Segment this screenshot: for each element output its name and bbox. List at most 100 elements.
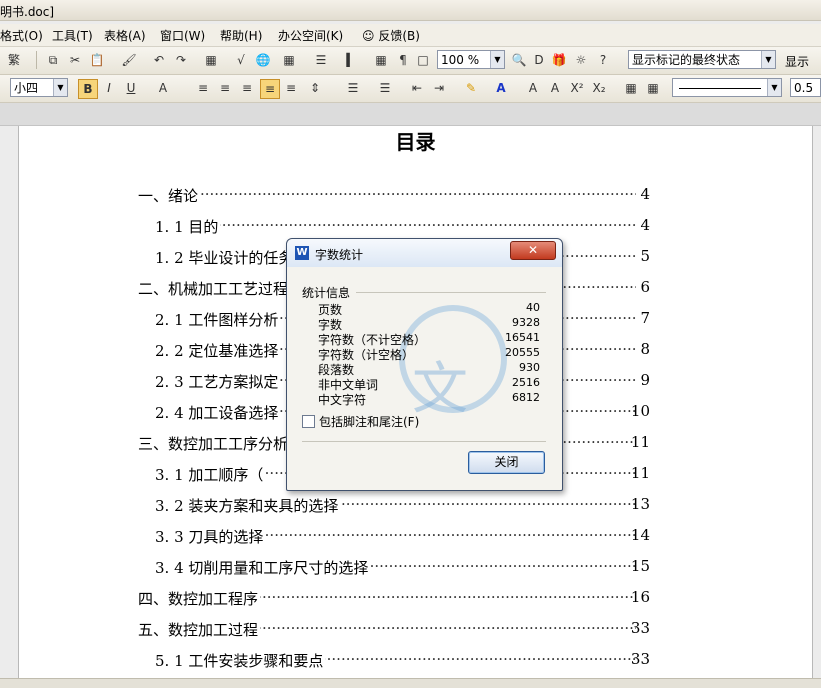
align-left-icon[interactable]: ≡ (194, 79, 212, 97)
dialog-title: 字数统计 (315, 248, 364, 262)
stat-value: 6812 (512, 391, 540, 404)
italic-button[interactable]: I (100, 79, 118, 97)
insert-table-icon[interactable]: ▦ (202, 51, 220, 69)
toc-entry-page: 11 (630, 464, 650, 482)
track-changes-select[interactable]: 显示标记的最终状态 ▼ (628, 50, 776, 69)
show-hide-icon[interactable]: ¶ (394, 51, 412, 69)
line-spacing-icon[interactable]: ⇕ (306, 79, 324, 97)
toc-entry[interactable]: ········································… (155, 557, 650, 578)
checkbox-box[interactable] (302, 415, 315, 428)
decrease-indent-icon[interactable]: ⇤ (408, 79, 426, 97)
toc-entry-label: 一、绪论 (138, 185, 201, 206)
chevron-down-icon: ▼ (490, 51, 504, 68)
table-style-icon[interactable]: ▦ (644, 79, 662, 97)
toc-entry-label: 3. 1 加工顺序（ (155, 464, 266, 485)
zoom-value: 100 % (441, 53, 480, 67)
formula-icon[interactable]: √ (232, 51, 250, 69)
toc-entry[interactable]: ········································… (138, 185, 650, 206)
toc-entry-label: 3. 4 切削用量和工序尺寸的选择 (155, 557, 371, 578)
distributed-icon[interactable]: ≡ (282, 79, 300, 97)
format-painter-icon[interactable]: 🖌 (120, 51, 138, 69)
chevron-down-icon: ▼ (53, 79, 67, 96)
help-icon[interactable]: ? (594, 51, 612, 69)
toc-entry-label: 二、机械加工工艺过程 (138, 278, 291, 299)
cut-icon[interactable]: ✂ (66, 51, 84, 69)
chevron-down-icon: ▼ (761, 51, 775, 68)
stat-row: 中文字符 6812 (318, 391, 540, 407)
toc-entry[interactable]: ········································… (138, 588, 650, 609)
font-color-icon[interactable]: A (492, 79, 510, 97)
document-map-icon[interactable]: ▦ (372, 51, 390, 69)
menu-format[interactable]: 格式(O) (0, 27, 43, 44)
menu-feedback[interactable]: ☺ 反馈(B) (362, 27, 420, 44)
page-icon[interactable]: □ (414, 51, 432, 69)
traditional-chinese-button[interactable]: 繁 (4, 51, 24, 69)
increase-indent-icon[interactable]: ⇥ (430, 79, 448, 97)
shrink-font-icon[interactable]: A (546, 79, 564, 97)
insert-note-icon[interactable]: ▦ (622, 79, 640, 97)
gift-icon[interactable]: 🎁 (550, 51, 568, 69)
menu-office-space[interactable]: 办公空间(K) (278, 27, 343, 44)
menu-window[interactable]: 窗口(W) (160, 27, 205, 44)
include-footnotes-checkbox[interactable]: 包括脚注和尾注(F) (302, 413, 419, 430)
toc-dot-leader: ········································… (138, 185, 636, 203)
stat-value: 20555 (505, 346, 540, 359)
show-menu[interactable]: 显示 (785, 53, 809, 70)
grow-font-icon[interactable]: A (524, 79, 542, 97)
window-title: 明书.doc] (0, 5, 55, 19)
chart-icon[interactable]: ▍ (342, 51, 360, 69)
highlight-icon[interactable]: ✎ (462, 79, 480, 97)
globe-icon[interactable]: 🌐 (254, 51, 272, 69)
copy-icon[interactable]: ⧉ (44, 51, 62, 69)
toc-entry-label: 3. 2 装夹方案和夹具的选择 (155, 495, 341, 516)
toc-entry[interactable]: ········································… (155, 526, 650, 547)
underline-button[interactable]: U (122, 79, 140, 97)
subscript-icon[interactable]: X₂ (590, 79, 608, 97)
font-size-select[interactable]: 小四 ▼ (10, 78, 68, 97)
bullets-icon[interactable]: ☰ (376, 79, 394, 97)
separator (36, 51, 37, 69)
justify-icon[interactable]: ≡ (260, 79, 280, 99)
toc-entry-page: 4 (640, 185, 650, 203)
menu-table[interactable]: 表格(A) (104, 27, 146, 44)
toc-entry-page: 11 (630, 433, 650, 451)
formatting-toolbar: 小四 ▼ B I U A ≡ ≡ ≡ ≡ ≡ ⇕ ☰ ☰ ⇤ ⇥ ✎ A A A … (0, 75, 821, 103)
ruler-strip (0, 103, 821, 126)
find-icon[interactable]: 🔍 (510, 51, 528, 69)
menu-help[interactable]: 帮助(H) (220, 27, 262, 44)
line-width-select[interactable]: 0.5 (790, 78, 821, 97)
numbering-icon[interactable]: ☰ (344, 79, 362, 97)
toc-entry-label: 2. 1 工件图样分析 (155, 309, 281, 330)
table-icon[interactable]: ▦ (280, 51, 298, 69)
bold-button[interactable]: B (78, 79, 98, 99)
d-icon[interactable]: D (530, 51, 548, 69)
dialog-close-button[interactable]: ✕ (510, 241, 556, 260)
toc-entry-page: 9 (640, 371, 650, 389)
dialog-title-bar[interactable]: W 字数统计 ✕ (287, 239, 562, 267)
paste-icon[interactable]: 📋 (88, 51, 106, 69)
stat-value: 930 (519, 361, 540, 374)
menu-tools[interactable]: 工具(T) (52, 27, 93, 44)
toc-entry[interactable]: ········································… (155, 495, 650, 516)
toc-entry[interactable]: ········································… (155, 650, 650, 671)
stat-row: 段落数 930 (318, 361, 540, 377)
columns-icon[interactable]: ☰ (312, 51, 330, 69)
zoom-select[interactable]: 100 % ▼ (437, 50, 505, 69)
toc-entry-label: 2. 4 加工设备选择 (155, 402, 281, 423)
menu-bar: 格式(O) 工具(T) 表格(A) 窗口(W) 帮助(H) 办公空间(K) ☺ … (0, 24, 821, 47)
align-center-icon[interactable]: ≡ (216, 79, 234, 97)
superscript-icon[interactable]: X² (568, 79, 586, 97)
toc-entry[interactable]: ········································… (155, 216, 650, 237)
toc-entry-label: 1. 1 目的 (155, 216, 221, 237)
close-button[interactable]: 关闭 (468, 451, 545, 474)
toc-entry-label: 2. 2 定位基准选择 (155, 340, 281, 361)
skin-icon[interactable]: ☼ (572, 51, 590, 69)
stat-row: 字符数（计空格） 20555 (318, 346, 540, 362)
redo-icon[interactable]: ↷ (172, 51, 190, 69)
align-right-icon[interactable]: ≡ (238, 79, 256, 97)
stat-row: 字数 9328 (318, 316, 540, 332)
char-scale-icon[interactable]: A (154, 79, 172, 97)
toc-entry[interactable]: ········································… (138, 619, 650, 640)
line-style-select[interactable]: ▼ (672, 78, 782, 97)
undo-icon[interactable]: ↶ (150, 51, 168, 69)
